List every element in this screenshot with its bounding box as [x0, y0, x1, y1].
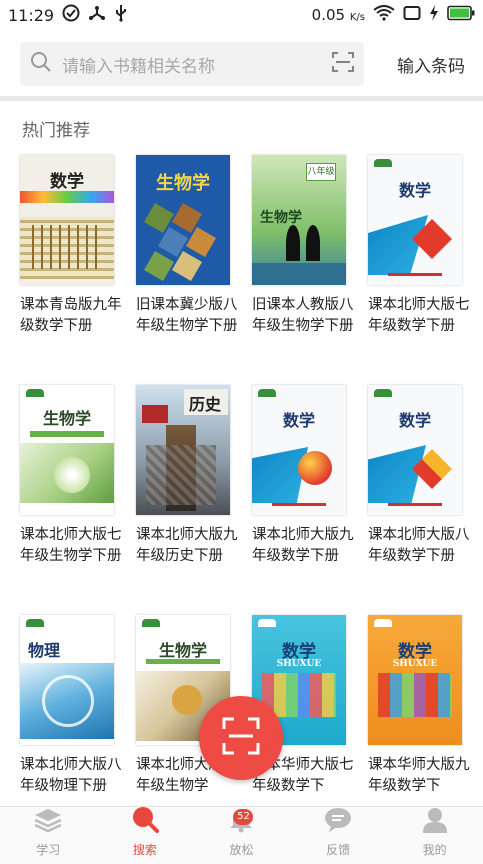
book-item[interactable]: 生物学 旧课本冀少版八年级生物学下册 — [136, 155, 238, 337]
cover-title: 历史 — [188, 395, 221, 414]
cover-subtitle: SHUXUE — [276, 659, 322, 669]
network-speed-unit: K/s — [349, 12, 365, 23]
cover-title: 物理 — [28, 641, 61, 660]
search-icon — [130, 805, 160, 837]
scan-fab-button[interactable] — [199, 696, 283, 780]
header-divider — [0, 96, 483, 101]
layers-icon — [33, 807, 63, 837]
book-title: 课本北师大版九年级历史下册 — [136, 527, 238, 564]
cover-title: 数学 — [282, 411, 315, 430]
book-cover[interactable]: 物理 — [20, 615, 114, 745]
search-placeholder: 请输入书籍相关名称 — [62, 56, 215, 77]
book-title: 课本北师大版七年级数学下册 — [368, 297, 470, 334]
book-item[interactable]: 数学 SHUXUE 课本华师大版九年级数学下 — [368, 615, 470, 797]
book-cover[interactable]: 生物学 — [136, 155, 230, 285]
check-circle-icon — [62, 4, 80, 26]
book-item[interactable]: 数学 课本北师大版八年级数学下册 — [368, 385, 470, 567]
chat-bubble-icon — [323, 807, 353, 837]
book-cover[interactable]: 历史 — [136, 385, 230, 515]
cover-title: 数学 — [398, 181, 431, 200]
scan-icon[interactable] — [332, 51, 354, 77]
book-title: 旧课本冀少版八年级生物学下册 — [136, 297, 238, 334]
cover-title: 生物学 — [158, 641, 207, 660]
search-input[interactable]: 请输入书籍相关名称 — [20, 42, 364, 86]
share-nodes-icon — [88, 4, 106, 26]
book-cover[interactable]: 数学 — [368, 155, 462, 285]
book-title: 旧课本人教版八年级生物学下册 — [252, 297, 354, 334]
book-item[interactable]: 八年级 生物学 旧课本人教版八年级生物学下册 — [252, 155, 354, 337]
charging-icon — [429, 5, 439, 25]
notification-badge: 52 — [233, 809, 254, 825]
book-title: 课本华师大版九年级数学下 — [368, 757, 470, 794]
book-item[interactable]: 历史 课本北师大版九年级历史下册 — [136, 385, 238, 567]
book-title: 课本北师大版八年级数学下册 — [368, 527, 470, 564]
search-header: 请输入书籍相关名称 输入条码 — [0, 34, 483, 94]
nav-item-study[interactable]: 学习 — [0, 807, 97, 864]
book-cover[interactable]: 数学 — [20, 155, 114, 285]
nav-label: 学习 — [36, 843, 61, 857]
person-icon — [421, 807, 449, 837]
nav-label: 搜索 — [132, 843, 157, 857]
book-title: 课本青岛版九年级数学下册 — [20, 297, 122, 334]
book-item[interactable]: 数学 课本北师大版七年级数学下册 — [368, 155, 470, 337]
scan-frame-icon — [221, 716, 261, 760]
book-cover[interactable]: 生物学 — [20, 385, 114, 515]
usb-icon — [114, 4, 128, 26]
wifi-icon — [373, 5, 395, 25]
book-title: 课本北师大版九年级数学下册 — [252, 527, 354, 564]
window-icon — [403, 5, 421, 25]
network-speed-value: 0.05 — [311, 6, 346, 24]
cover-title: 生物学 — [260, 210, 302, 226]
network-speed: 0.05 K/s — [312, 6, 365, 24]
cover-subtitle: SHUXUE — [392, 659, 438, 669]
nav-item-search[interactable]: 搜索 — [97, 807, 194, 864]
cover-title: 生物学 — [42, 409, 91, 428]
nav-item-relax[interactable]: 52 放松 — [193, 807, 290, 864]
nav-label: 我的 — [422, 843, 447, 857]
book-cover[interactable]: 数学 — [368, 385, 462, 515]
book-item[interactable]: 数学 课本北师大版九年级数学下册 — [252, 385, 354, 567]
status-bar: 11:29 0.05 K/s — [0, 0, 483, 30]
cover-title: 数学 — [50, 172, 84, 192]
bottom-nav: 学习 搜索 52 放松 反馈 我的 — [0, 806, 483, 864]
cover-title: 数学 — [398, 411, 431, 430]
nav-label: 反馈 — [326, 843, 351, 857]
book-item[interactable]: 生物学 课本北师大版七年级生物学下册 — [20, 385, 122, 567]
cover-badge: 八年级 — [306, 163, 336, 181]
book-title: 课本北师大版八年级物理下册 — [20, 757, 122, 794]
book-title: 课本北师大版七年级生物学下册 — [20, 527, 122, 564]
book-cover[interactable]: 数学 — [252, 385, 346, 515]
book-item[interactable]: 物理 课本北师大版八年级物理下册 — [20, 615, 122, 797]
battery-icon — [447, 5, 475, 25]
section-title-hot: 热门推荐 — [22, 121, 90, 141]
search-icon — [30, 51, 52, 77]
book-item[interactable]: 数学 课本青岛版九年级数学下册 — [20, 155, 122, 337]
enter-barcode-button[interactable]: 输入条码 — [397, 52, 465, 77]
book-cover[interactable]: 八年级 生物学 — [252, 155, 346, 285]
nav-item-feedback[interactable]: 反馈 — [290, 807, 387, 864]
book-cover[interactable]: 数学 SHUXUE — [368, 615, 462, 745]
nav-item-me[interactable]: 我的 — [386, 807, 483, 864]
status-time: 11:29 — [8, 5, 55, 25]
nav-label: 放松 — [229, 843, 254, 857]
cover-title: 生物学 — [156, 173, 210, 194]
